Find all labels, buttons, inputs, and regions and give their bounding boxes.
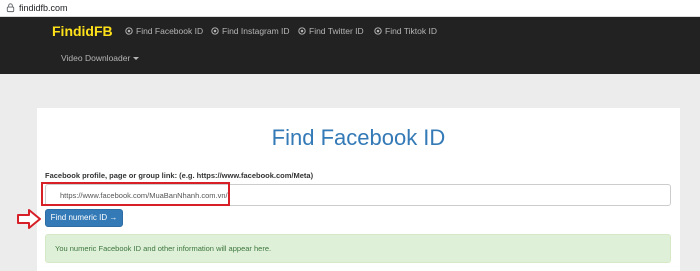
circle-dot-icon xyxy=(374,27,382,35)
nav-dropdown-label: Video Downloader xyxy=(61,53,131,63)
facebook-link-input[interactable] xyxy=(45,184,671,206)
nav-item-label: Find Tiktok ID xyxy=(385,26,437,36)
brand-logo[interactable]: FindidFB xyxy=(52,23,113,39)
annotation-arrow-icon xyxy=(17,209,41,229)
caret-down-icon xyxy=(133,57,140,60)
find-numeric-id-button[interactable]: Find numeric ID → xyxy=(45,209,123,227)
circle-dot-icon xyxy=(211,27,219,35)
input-label: Facebook profile, page or group link: (e… xyxy=(45,171,314,180)
nav-item-label: Find Twitter ID xyxy=(309,26,364,36)
browser-url[interactable]: findidfb.com xyxy=(19,2,68,14)
result-info-box: You numeric Facebook ID and other inform… xyxy=(45,234,671,263)
site-navbar: FindidFB Find Facebook ID Find Instagram… xyxy=(0,17,700,74)
nav-item-find-tiktok-id[interactable]: Find Tiktok ID xyxy=(374,25,437,37)
main-panel: Find Facebook ID Facebook profile, page … xyxy=(37,108,680,271)
nav-dropdown-video-downloader[interactable]: Video Downloader xyxy=(61,52,140,64)
circle-dot-icon xyxy=(298,27,306,35)
lock-icon xyxy=(6,3,15,13)
nav-item-label: Find Instagram ID xyxy=(222,26,290,36)
circle-dot-icon xyxy=(125,27,133,35)
nav-item-find-facebook-id[interactable]: Find Facebook ID xyxy=(125,25,203,37)
nav-item-find-instagram-id[interactable]: Find Instagram ID xyxy=(211,25,290,37)
nav-item-find-twitter-id[interactable]: Find Twitter ID xyxy=(298,25,364,37)
nav-item-label: Find Facebook ID xyxy=(136,26,204,36)
browser-address-bar[interactable]: findidfb.com xyxy=(0,0,700,17)
page-title: Find Facebook ID xyxy=(271,125,446,150)
